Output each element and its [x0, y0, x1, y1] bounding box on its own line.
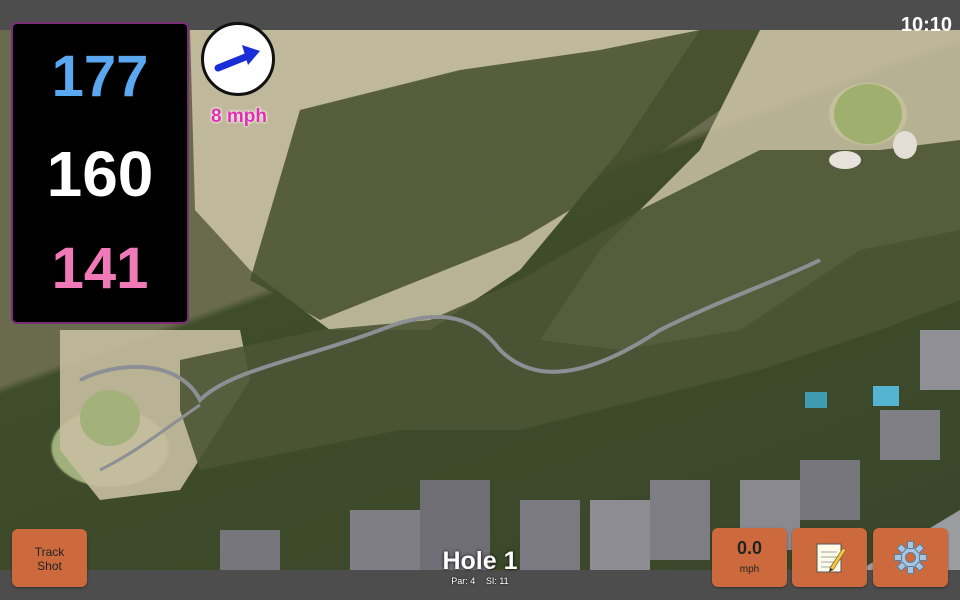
back-yardage: 177 — [51, 44, 149, 109]
notes-button[interactable] — [792, 528, 867, 587]
hole-title: Hole 1 — [442, 547, 518, 575]
settings-button[interactable] — [873, 528, 948, 587]
notepad-icon — [816, 543, 847, 573]
speed-button[interactable]: 0.0 mph — [712, 528, 787, 587]
front-yardage: 141 — [51, 236, 149, 301]
hole-stroke-index: SI: 11 — [485, 576, 509, 586]
speed-unit: mph — [739, 564, 760, 575]
status-clock: 10:10 — [900, 14, 952, 36]
wind-indicator — [201, 22, 275, 96]
track-shot-label-line1: Track — [34, 545, 65, 559]
hole-info: Par: 4 SI: 11 — [380, 576, 580, 586]
wind-direction-arrow-icon — [214, 45, 260, 72]
track-shot-button[interactable]: Track Shot — [12, 529, 87, 587]
track-shot-label-line2: Shot — [37, 559, 62, 573]
yardage-panel: 177 160 141 — [11, 22, 189, 324]
wind-speed-label: 8 mph — [211, 106, 267, 127]
gear-icon — [894, 541, 927, 574]
hole-par: Par: 4 — [451, 576, 476, 586]
speed-value: 0.0 — [736, 538, 763, 558]
middle-yardage: 160 — [46, 138, 154, 210]
